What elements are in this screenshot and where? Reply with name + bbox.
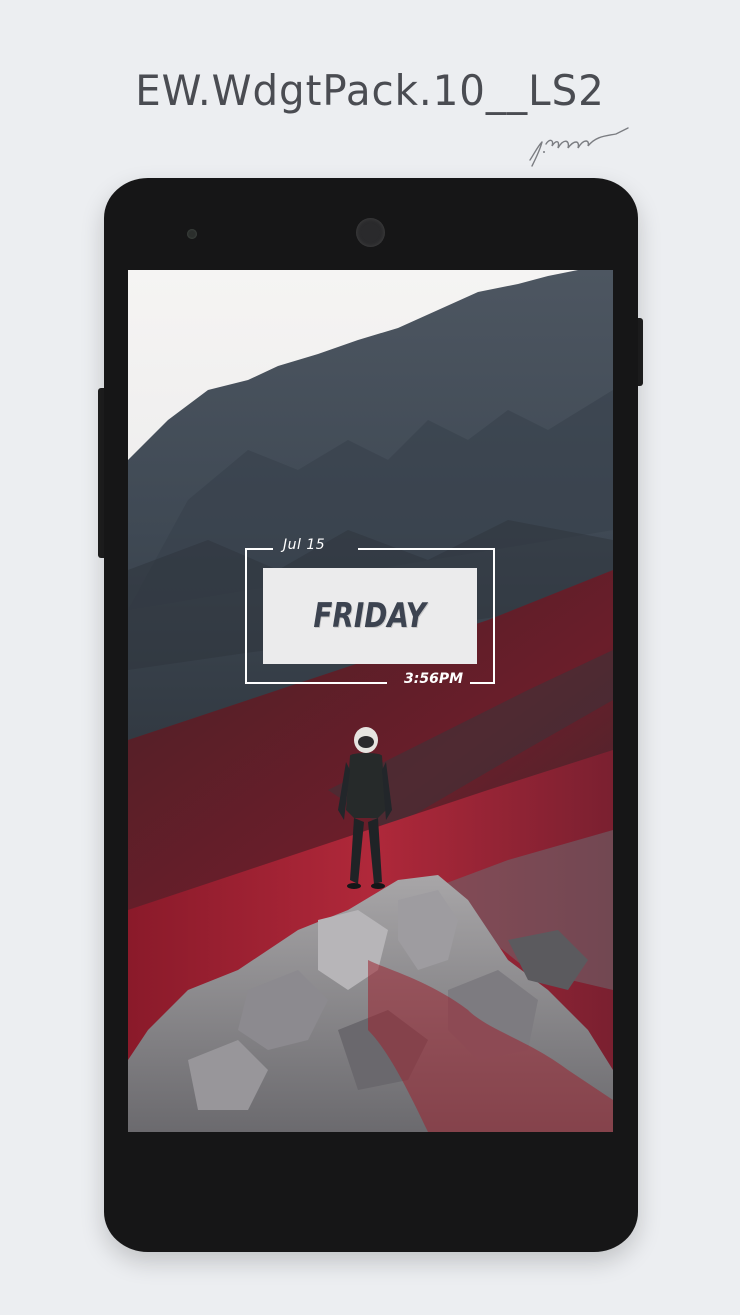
wallpaper — [128, 270, 613, 1132]
page-title: EW.WdgtPack.10__LS2 — [135, 66, 605, 115]
day-box: FRIDAY — [263, 568, 477, 664]
proximity-sensor — [187, 229, 197, 239]
widget-time: 3:56PM — [404, 671, 464, 687]
front-camera-icon — [356, 218, 385, 247]
widget-date: Jul 15 — [283, 537, 326, 553]
signature-icon — [529, 127, 629, 167]
widget-day: FRIDAY — [313, 596, 427, 636]
phone-screen — [128, 270, 613, 1132]
